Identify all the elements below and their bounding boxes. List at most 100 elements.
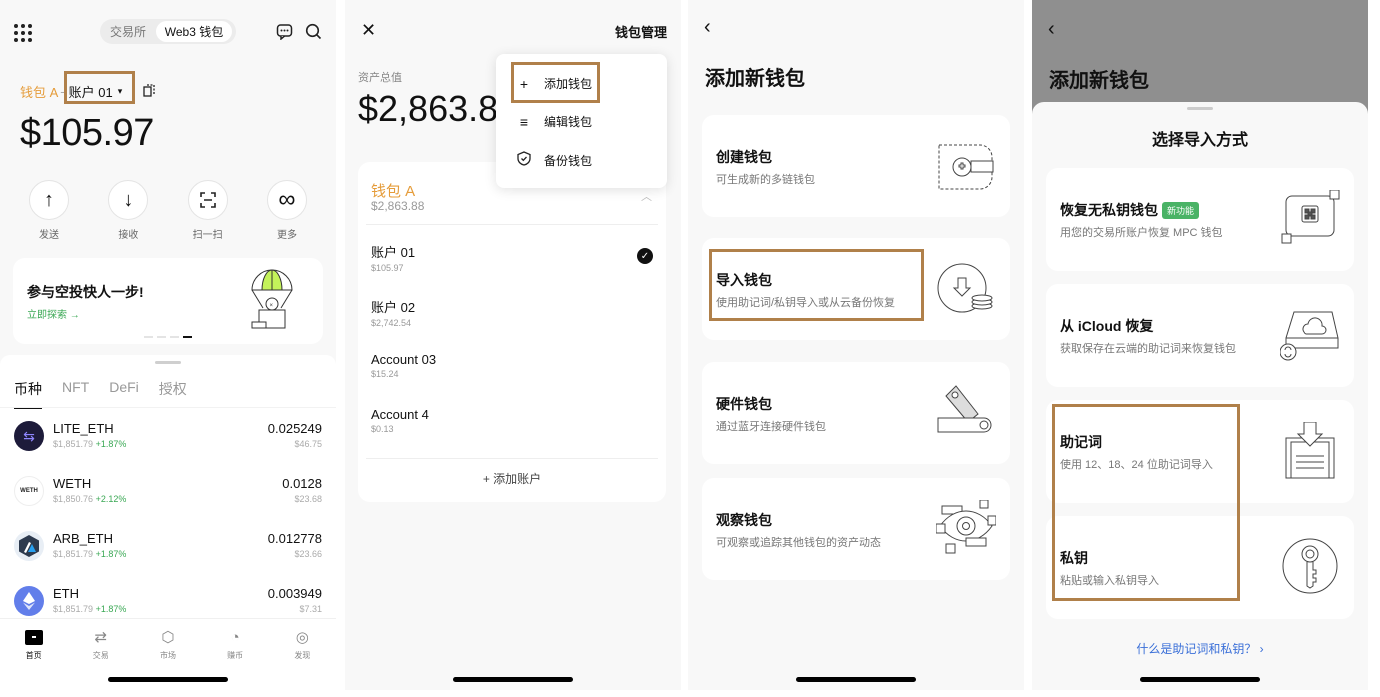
account-name[interactable]: 账户 01 [69, 82, 113, 101]
token-amount: 0.025249 [267, 421, 322, 436]
tab-defi[interactable]: DeFi [109, 379, 139, 409]
private-key-icon [1280, 538, 1340, 596]
copy-icon[interactable] [143, 83, 155, 100]
edit-list-icon: ≡ [519, 113, 529, 130]
menu-backup-wallet[interactable]: 备份钱包 [516, 151, 592, 169]
more-button[interactable]: ∞ 更多 [258, 180, 316, 241]
banner-link[interactable]: 立即探索 → [27, 306, 80, 321]
option-title: 私钥 [1060, 550, 1088, 566]
quick-actions: ↑ 发送 ↓ 接收 扫一扫 ∞ 更多 [8, 180, 328, 241]
more-label: 更多 [276, 230, 297, 241]
total-assets-label: 资产总值 [358, 72, 402, 84]
token-row[interactable]: ⇆ LITE_ETH $1,851.79 +1.87% 0.025249 $46… [14, 417, 322, 457]
message-icon[interactable] [276, 23, 293, 45]
nav-discover[interactable]: ◎ 发现 [272, 619, 332, 668]
token-value: $7.31 [299, 604, 322, 614]
nav-market[interactable]: ⬡ 市场 [138, 619, 198, 668]
tab-tokens[interactable]: 币种 [14, 379, 42, 409]
import-wallet-icon [936, 260, 996, 318]
token-price: $1,851.79 +1.87% [53, 439, 127, 449]
nav-label: 交易 [92, 651, 109, 660]
account-value: $105.97 [371, 263, 404, 273]
wallet-value: $2,863.88 [371, 199, 425, 213]
account-row[interactable]: 账户 01 $105.97 ✓ [371, 242, 653, 273]
nav-trade[interactable]: ⇄ 交易 [71, 619, 131, 668]
option-hardware-wallet[interactable]: 硬件钱包 通过蓝牙连接硬件钱包 [702, 362, 1010, 464]
chevron-up-icon[interactable]: ︿ [641, 188, 652, 204]
add-account-button[interactable]: + 添加账户 [358, 470, 666, 487]
option-seed-phrase[interactable]: 助记词 使用 12、18、24 位助记词导入 [1046, 400, 1354, 503]
account-row[interactable]: Account 03 $15.24 [371, 352, 653, 379]
close-icon[interactable]: ✕ [361, 20, 376, 41]
trade-icon: ⇄ [94, 629, 108, 646]
nav-label: 赚币 [227, 651, 244, 660]
airdrop-banner[interactable]: 参与空投快人一步! 立即探索 → × [13, 258, 323, 344]
token-value: $46.75 [294, 439, 322, 449]
divider [0, 407, 336, 408]
option-restore-mpc[interactable]: 恢复无私钥钱包 新功能 用您的交易所账户恢复 MPC 钱包 [1046, 168, 1354, 271]
divider [366, 458, 658, 459]
search-icon[interactable] [305, 23, 322, 45]
bottom-nav: 首页 ⇄ 交易 ⬡ 市场 ◔ 赚币 ◎ 发现 [0, 618, 336, 668]
tab-approvals[interactable]: 授权 [159, 379, 187, 409]
send-button[interactable]: ↑ 发送 [20, 180, 78, 241]
page-title: 添加新钱包 [705, 68, 805, 90]
earn-icon: ◔ [230, 628, 240, 646]
separator: - [60, 84, 65, 99]
menu-add-wallet[interactable]: + 添加钱包 [516, 75, 592, 92]
nav-label: 首页 [25, 651, 42, 660]
drag-handle[interactable] [155, 361, 181, 364]
arrow-up-icon: ↑ [29, 180, 69, 220]
dropdown-caret-icon[interactable]: ▾ [118, 86, 123, 97]
option-import-wallet[interactable]: 导入钱包 使用助记词/私钥导入或从云备份恢复 [702, 238, 1010, 340]
token-price: $1,850.76 +2.12% [53, 494, 127, 504]
home-indicator [796, 677, 916, 682]
tab-nft[interactable]: NFT [62, 379, 89, 409]
banner-pager[interactable] [144, 336, 192, 338]
token-name: LITE_ETH [53, 421, 114, 436]
back-icon[interactable]: ‹ [704, 16, 711, 39]
account-name: Account 03 [371, 352, 437, 367]
wallet-name[interactable]: 钱包 A [371, 180, 415, 201]
account-selector[interactable]: 钱包 A - 账户 01 ▾ [20, 82, 155, 101]
option-watch-wallet[interactable]: 观察钱包 可观察或追踪其他钱包的资产动态 [702, 478, 1010, 580]
account-row[interactable]: 账户 02 $2,742.54 [371, 297, 653, 328]
account-value: $15.24 [371, 369, 399, 379]
token-row[interactable]: ETH $1,851.79 +1.87% 0.003949 $7.31 [14, 582, 322, 622]
watch-wallet-icon [935, 499, 997, 558]
tab-web3-wallet[interactable]: Web3 钱包 [156, 21, 232, 42]
menu-edit-wallet[interactable]: ≡ 编辑钱包 [516, 113, 592, 130]
nav-home[interactable]: 首页 [4, 619, 64, 668]
account-row[interactable]: Account 4 $0.13 [371, 407, 653, 434]
hardware-wallet-icon [936, 384, 996, 442]
option-subtitle: 粘贴或输入私钥导入 [1060, 575, 1159, 587]
token-price: $1,851.79 +1.87% [53, 604, 127, 614]
menu-label: 添加钱包 [544, 77, 593, 91]
option-subtitle: 用您的交易所账户恢复 MPC 钱包 [1060, 227, 1223, 239]
option-private-key[interactable]: 私钥 粘贴或输入私钥导入 [1046, 516, 1354, 619]
nav-label: 市场 [159, 651, 176, 660]
option-subtitle: 使用助记词/私钥导入或从云备份恢复 [716, 297, 896, 309]
token-row[interactable]: ARB_ETH $1,851.79 +1.87% 0.012778 $23.66 [14, 527, 322, 567]
wallet-management-screen: ✕ 钱包管理 资产总值 $2,863.88 钱包 A $2,863.88 ︿ 账… [345, 0, 681, 690]
wallet-home-screen: 交易所 Web3 钱包 钱包 A - 账户 01 ▾ $105.97 ↑ 发送 … [0, 0, 336, 690]
balance: $105.97 [20, 112, 154, 154]
create-wallet-icon [936, 137, 996, 195]
nav-earn[interactable]: ◔ 赚币 [205, 619, 265, 668]
lite-eth-icon: ⇆ [14, 421, 44, 451]
option-create-wallet[interactable]: 创建钱包 可生成新的多链钱包 [702, 115, 1010, 217]
receive-button[interactable]: ↓ 接收 [99, 180, 157, 241]
token-row[interactable]: WETH WETH $1,850.76 +2.12% 0.0128 $23.68 [14, 472, 322, 512]
drag-handle[interactable] [1187, 107, 1213, 110]
tab-exchange[interactable]: 交易所 [100, 23, 156, 40]
token-amount: 0.003949 [267, 586, 322, 601]
scan-button[interactable]: 扫一扫 [179, 180, 237, 241]
help-link[interactable]: 什么是助记词和私钥？ › [1032, 640, 1368, 657]
back-icon[interactable]: ‹ [1048, 18, 1055, 41]
grid-menu-icon[interactable] [14, 24, 32, 42]
mode-switch: 交易所 Web3 钱包 [100, 19, 236, 44]
shield-check-icon [516, 151, 532, 169]
option-icloud-restore[interactable]: 从 iCloud 恢复 获取保存在云端的助记词来恢复钱包 [1046, 284, 1354, 387]
home-indicator [453, 677, 573, 682]
account-name: 账户 01 [371, 245, 416, 260]
